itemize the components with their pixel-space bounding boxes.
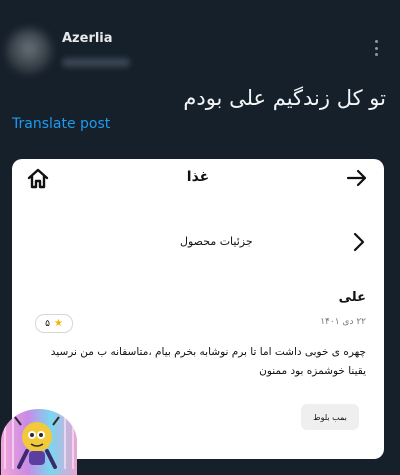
tag-button[interactable]: بمب بلوط bbox=[301, 404, 359, 430]
review-date: ۲۲ دی ۱۴۰۱ bbox=[320, 317, 366, 327]
card-title: غذا bbox=[186, 169, 210, 185]
star-icon: ★ bbox=[53, 317, 63, 329]
arrow-right-icon[interactable] bbox=[346, 168, 368, 188]
reviewer-name: علی bbox=[338, 290, 366, 305]
chevron-right-icon[interactable] bbox=[352, 231, 366, 253]
review-text: چهره ی خوبی داشت اما تا برم نوشابه بخرم … bbox=[50, 346, 366, 377]
rating-badge: ۵ ★ bbox=[35, 314, 73, 333]
author-handle[interactable] bbox=[62, 58, 130, 67]
rating-value: ۵ bbox=[45, 318, 50, 329]
user-avatar[interactable] bbox=[1, 409, 77, 475]
product-details-label: جزئیات محصول bbox=[180, 235, 253, 248]
author-avatar[interactable] bbox=[6, 28, 52, 74]
more-vertical-icon[interactable] bbox=[370, 40, 382, 56]
author-username[interactable]: Azerlia bbox=[62, 31, 113, 46]
translate-post-link[interactable]: Translate post bbox=[12, 116, 110, 132]
post-text: تو کل زندگیم علی بودم bbox=[183, 86, 386, 110]
